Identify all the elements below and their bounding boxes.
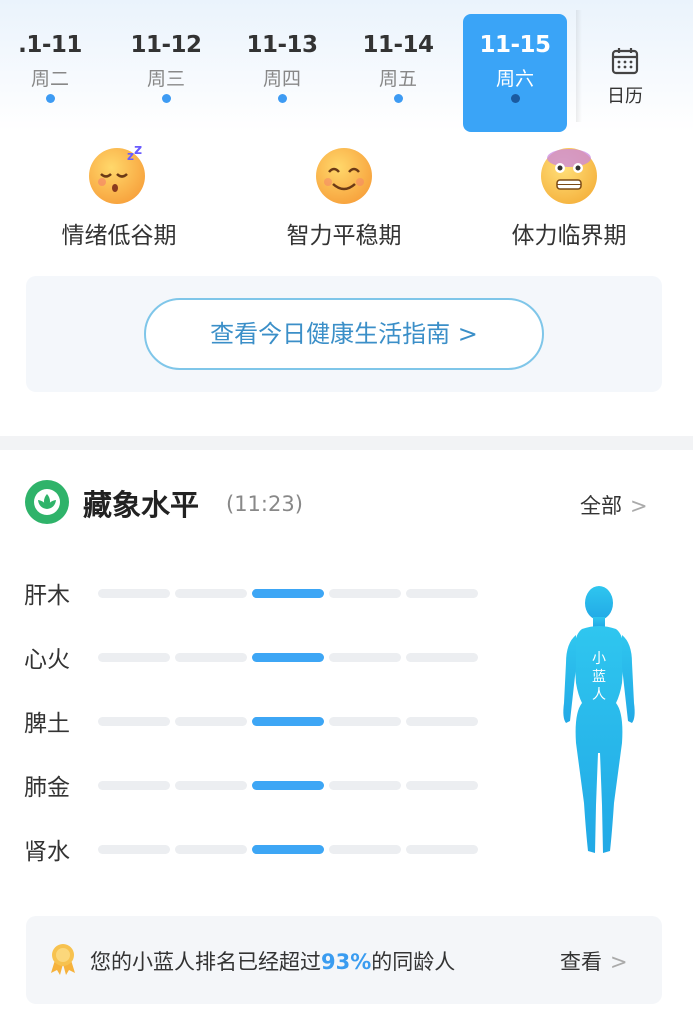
day-item[interactable]: .1-11 周二: [0, 14, 102, 132]
level-segment-active: [252, 589, 324, 598]
chevron-right-icon: >: [630, 494, 648, 518]
bio-label: 体力临界期: [511, 223, 627, 249]
organ-row: 肺金: [24, 764, 494, 804]
smiling-face-icon: [316, 148, 372, 204]
figure-label-char: 蓝: [592, 669, 606, 685]
bio-label: 情绪低谷期: [61, 223, 177, 249]
person-silhouette-icon: 小蓝人: [563, 586, 635, 853]
svg-text:小蓝人: 小蓝人: [592, 651, 606, 703]
day-date: .1-11: [18, 32, 82, 58]
day-dot: [394, 94, 403, 103]
bio-emotion[interactable]: z z 情绪低谷期: [6, 142, 232, 250]
bio-label: 智力平稳期: [286, 223, 402, 249]
day-dot: [162, 94, 171, 103]
view-all-button[interactable]: 全部 >: [580, 490, 648, 520]
top-card: .1-11 周二 11-12 周三 11-13 周四 11-14 周五 11-1…: [0, 0, 693, 436]
level-segment-active: [252, 781, 324, 790]
level-segment: [98, 717, 170, 726]
zangxiang-card: 藏象水平 (11:23) 全部 > 肝木 心火 脾土 肺金 肾水 小蓝人 您的小…: [0, 450, 693, 1024]
figure-label-char: 人: [592, 687, 606, 703]
organ-name: 心火: [24, 647, 70, 673]
level-segment: [329, 845, 401, 854]
figure-label-char: 小: [592, 651, 606, 667]
calendar-label: 日历: [607, 86, 643, 107]
rank-bar[interactable]: 您的小蓝人排名已经超过93%的同龄人 查看 >: [26, 916, 662, 1004]
level-segment: [175, 653, 247, 662]
level-segment: [329, 653, 401, 662]
level-segment-active: [252, 717, 324, 726]
medal-icon: [51, 944, 75, 975]
grimacing-face-icon: [541, 148, 597, 204]
rank-view-label: 查看: [560, 950, 602, 974]
level-segment-active: [252, 845, 324, 854]
level-segment: [175, 717, 247, 726]
level-segment: [98, 653, 170, 662]
level-segment: [329, 781, 401, 790]
calendar-button[interactable]: 日历: [582, 32, 668, 120]
date-strip: .1-11 周二 11-12 周三 11-13 周四 11-14 周五 11-1…: [0, 0, 693, 132]
level-segment: [175, 781, 247, 790]
blue-person-figure[interactable]: 小蓝人: [554, 583, 644, 861]
day-dot: [278, 94, 287, 103]
day-date: 11-14: [362, 32, 434, 58]
level-segment: [175, 845, 247, 854]
organ-name: 肺金: [24, 775, 70, 801]
organ-row: 肾水: [24, 828, 494, 868]
health-guide-button[interactable]: 查看今日健康生活指南 >: [144, 298, 544, 370]
day-date: 11-12: [130, 32, 202, 58]
organ-row: 脾土: [24, 700, 494, 740]
level-segment: [406, 781, 478, 790]
day-weekday: 周三: [146, 68, 185, 90]
day-item[interactable]: 11-14 周五: [346, 14, 450, 132]
level-segment: [329, 589, 401, 598]
chevron-right-icon: >: [610, 950, 628, 974]
organ-row: 心火: [24, 636, 494, 676]
svg-text:z: z: [134, 142, 142, 158]
day-weekday: 周四: [262, 68, 301, 90]
level-segment-active: [252, 653, 324, 662]
guide-panel: 查看今日健康生活指南 >: [26, 276, 662, 392]
level-segment: [98, 589, 170, 598]
day-item[interactable]: 11-13 周四: [230, 14, 334, 132]
level-segment: [329, 717, 401, 726]
day-dot: [511, 94, 520, 103]
bio-intellect[interactable]: 智力平稳期: [231, 142, 457, 250]
day-weekday: 周二: [30, 68, 69, 90]
day-date: 11-15: [479, 32, 551, 58]
bio-physical[interactable]: 体力临界期: [456, 142, 682, 250]
level-segment: [98, 781, 170, 790]
level-segment: [406, 589, 478, 598]
level-segment: [406, 717, 478, 726]
organ-name: 肾水: [24, 839, 70, 865]
day-item-selected[interactable]: 11-15 周六: [463, 14, 567, 132]
section-title: 藏象水平: [83, 488, 200, 522]
level-segment: [175, 589, 247, 598]
calendar-icon: [611, 48, 639, 75]
svg-text:z: z: [127, 149, 134, 163]
organ-name: 肝木: [24, 583, 70, 609]
rank-percent: 93%: [321, 950, 372, 974]
day-weekday: 周五: [378, 68, 417, 90]
organ-name: 脾土: [24, 711, 70, 737]
view-all-label: 全部: [580, 494, 622, 518]
day-weekday: 周六: [495, 68, 534, 90]
lotus-logo-icon: [25, 480, 69, 524]
rank-view-button[interactable]: 查看 >: [560, 946, 628, 976]
rank-suffix: 的同龄人: [371, 950, 456, 974]
level-segment: [98, 845, 170, 854]
rank-text: 您的小蓝人排名已经超过93%的同龄人: [90, 946, 455, 976]
level-segment: [406, 653, 478, 662]
day-dot: [46, 94, 55, 103]
day-item[interactable]: 11-12 周三: [114, 14, 218, 132]
day-date: 11-13: [246, 32, 318, 58]
section-time: (11:23): [226, 492, 303, 516]
level-segment: [406, 845, 478, 854]
organ-row: 肝木: [24, 572, 494, 612]
sleepy-face-icon: z z: [89, 142, 145, 204]
rank-prefix: 您的小蓝人排名已经超过: [90, 950, 321, 974]
